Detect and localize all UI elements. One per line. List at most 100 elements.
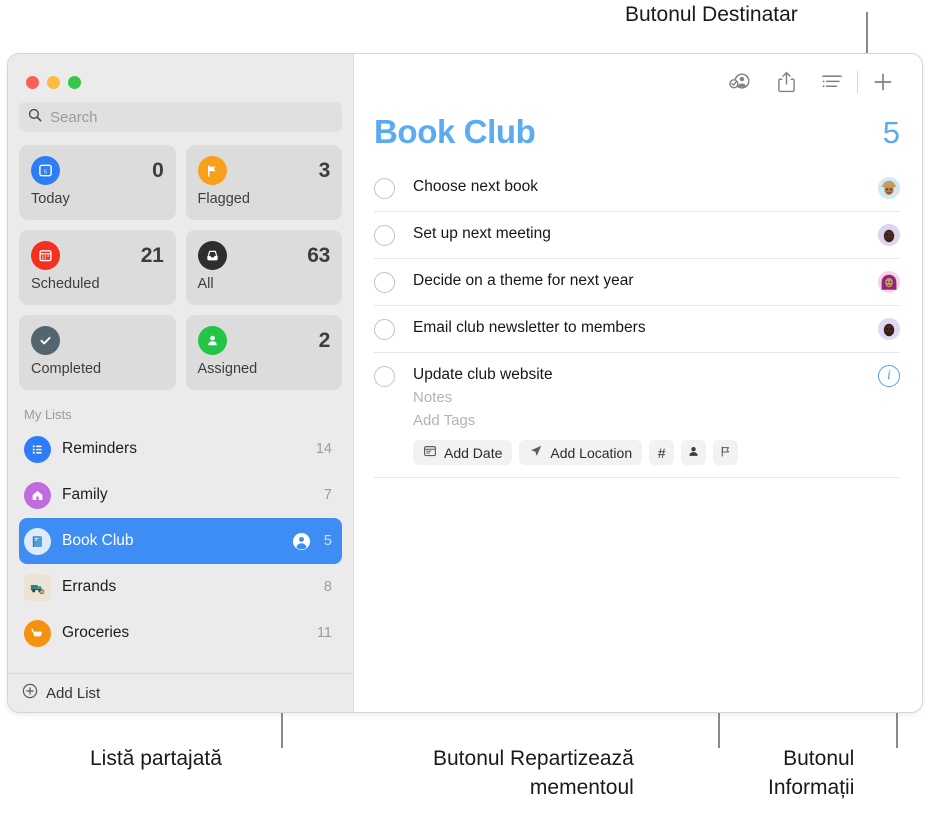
sidebar-item-reminders[interactable]: Reminders 14	[19, 426, 342, 472]
smart-list-scheduled[interactable]: 21 Scheduled	[19, 230, 176, 305]
smart-list-label: Scheduled	[31, 276, 100, 292]
search-placeholder: Search	[50, 108, 98, 126]
reminder-checkbox[interactable]	[374, 225, 395, 246]
list-bullet-icon	[24, 435, 51, 463]
add-location-label: Add Location	[550, 444, 633, 461]
smart-list-assigned[interactable]: 2 Assigned	[185, 315, 342, 390]
assign-reminder-button[interactable]	[681, 440, 707, 465]
reminders-window: Search 5 0 Today 3 Flagged 21 Scheduled …	[8, 54, 922, 712]
reminder-checkbox[interactable]	[374, 319, 395, 340]
hash-icon: #	[657, 444, 666, 461]
reminder-checkbox[interactable]	[374, 272, 395, 293]
search-icon	[28, 108, 42, 127]
smart-list-label: Flagged	[197, 191, 250, 207]
page-title: Book Club	[374, 113, 536, 150]
list-total-count: 5	[882, 115, 900, 150]
flag-outline-icon	[719, 445, 732, 461]
add-tag-button[interactable]: #	[649, 440, 675, 465]
add-reminder-button[interactable]	[860, 65, 906, 99]
reminder-title: Email club newsletter to members	[413, 319, 646, 336]
smart-list-all[interactable]: 63 All	[185, 230, 342, 305]
callout-info: Butonul Informații	[768, 747, 855, 799]
flag-reminder-button[interactable]	[713, 440, 739, 465]
truck-icon	[24, 573, 51, 601]
smart-list-label: Completed	[31, 361, 102, 377]
sidebar-item-count: 11	[316, 625, 332, 641]
svg-text:5: 5	[44, 170, 47, 176]
reminder-row[interactable]: Email club newsletter to members	[354, 306, 922, 353]
reminder-checkbox[interactable]	[374, 366, 395, 387]
avatar	[878, 271, 900, 293]
callout-assign: Butonul Repartizează mementoul	[433, 747, 634, 799]
smart-list-label: Today	[31, 191, 70, 207]
recipient-button[interactable]	[717, 65, 763, 99]
share-button[interactable]	[763, 65, 809, 99]
reminder-row[interactable]: Decide on a theme for next year	[354, 259, 922, 306]
sidebar-item-count: 5	[323, 533, 332, 549]
reminder-row[interactable]: Set up next meeting	[354, 212, 922, 259]
toolbar	[354, 54, 922, 109]
sidebar-item-label: Reminders	[62, 440, 137, 457]
sidebar-item-count: 7	[323, 487, 332, 503]
inbox-icon	[197, 241, 227, 270]
search-container: Search	[8, 88, 353, 132]
smart-list-label: Assigned	[197, 361, 258, 377]
calendar-icon	[423, 444, 437, 461]
avatar	[878, 177, 900, 199]
book-icon	[24, 527, 51, 555]
reminder-notes-field[interactable]: Notes	[413, 387, 870, 408]
sidebar-item-family[interactable]: Family 7	[19, 472, 342, 518]
reminder-checkbox[interactable]	[374, 178, 395, 199]
sidebar-item-label: Errands	[62, 578, 117, 595]
smart-list-count: 63	[307, 243, 330, 267]
smart-list-count: 2	[318, 328, 331, 352]
sidebar-item-label: Family	[62, 486, 108, 503]
list-header: Book Club 5	[354, 109, 922, 151]
sidebar-item-count: 8	[323, 579, 332, 595]
cart-icon	[24, 619, 51, 647]
avatar	[878, 318, 900, 340]
reminder-row[interactable]: Choose next book	[354, 165, 922, 212]
location-arrow-icon	[529, 444, 543, 461]
reminder-title: Update club website	[413, 366, 553, 383]
my-lists-header: My Lists	[24, 407, 72, 422]
sidebar: Search 5 0 Today 3 Flagged 21 Scheduled …	[8, 54, 354, 712]
sidebar-item-groceries[interactable]: Groceries 11	[19, 610, 342, 656]
person-fill-icon	[687, 445, 700, 461]
avatar	[878, 224, 900, 246]
window-controls	[8, 54, 353, 89]
my-lists: Reminders 14 Family 7 Book Club 5 Errand…	[8, 426, 353, 673]
add-list-label: Add List	[46, 684, 101, 702]
callout-recipient: Butonul Destinatar	[625, 3, 798, 26]
smart-list-count: 0	[152, 158, 164, 182]
info-button[interactable]: i	[878, 365, 900, 387]
smart-list-completed[interactable]: Completed	[19, 315, 176, 390]
reminder-row-expanded[interactable]: Update club website Notes Add Tags Add D…	[354, 353, 922, 478]
sidebar-item-count: 14	[315, 441, 332, 457]
add-date-label: Add Date	[444, 444, 503, 461]
sidebar-item-errands[interactable]: Errands 8	[19, 564, 342, 610]
reminder-title: Choose next book	[413, 178, 538, 195]
reminder-tags-field[interactable]: Add Tags	[413, 410, 870, 431]
add-location-button[interactable]: Add Location	[519, 440, 643, 465]
smart-lists-grid: 5 0 Today 3 Flagged 21 Scheduled 63 All …	[8, 132, 353, 390]
search-input[interactable]: Search	[19, 102, 342, 132]
house-icon	[24, 481, 51, 509]
sort-button[interactable]	[809, 65, 855, 99]
toolbar-divider	[857, 70, 858, 93]
sidebar-item-book-club[interactable]: Book Club 5	[19, 518, 342, 564]
callout-shared-list: Listă partajată	[90, 747, 222, 770]
sidebar-item-label: Groceries	[62, 624, 130, 641]
person-icon	[197, 326, 227, 355]
reminder-title: Set up next meeting	[413, 225, 551, 242]
smart-list-count: 21	[140, 243, 164, 267]
smart-list-today[interactable]: 5 0 Today	[19, 145, 176, 220]
add-list-button[interactable]: Add List	[8, 673, 353, 712]
sidebar-item-label: Book Club	[62, 532, 134, 549]
shared-list-badge[interactable]	[292, 532, 311, 551]
smart-list-flagged[interactable]: 3 Flagged	[185, 145, 342, 220]
reminder-action-bar: Add Date Add Location #	[413, 440, 870, 465]
reminder-title: Decide on a theme for next year	[413, 272, 634, 289]
reminders-list: Choose next book Set up next meeting Dec…	[354, 151, 922, 478]
add-date-button[interactable]: Add Date	[413, 440, 513, 465]
